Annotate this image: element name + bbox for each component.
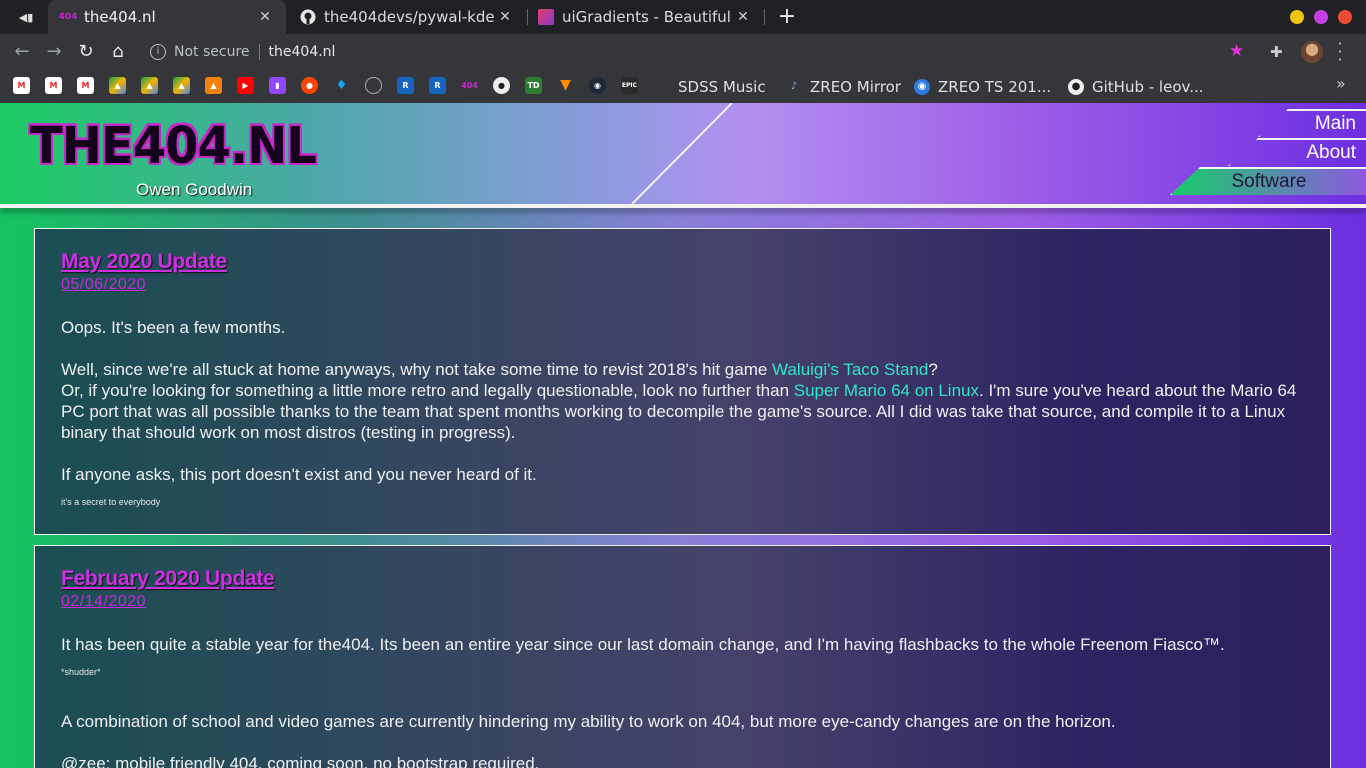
post-footnote: it's a secret to everybody (61, 497, 161, 507)
bookmark-sdss-music[interactable]: SDSS Music (678, 70, 766, 103)
window-controls (1290, 10, 1352, 24)
back-arrow-icon[interactable]: ← (10, 40, 34, 64)
post-paragraph: Oops. It's been a few months. (61, 318, 286, 337)
close-icon[interactable]: ✕ (496, 9, 514, 25)
reddit-icon[interactable]: ● (301, 77, 318, 94)
bookmark-zreo-mirror[interactable]: ♪ ZREO Mirror (786, 70, 901, 103)
gmail-icon[interactable]: M (45, 77, 62, 94)
aperture-icon[interactable] (365, 77, 382, 94)
steam-icon[interactable]: ◉ (589, 77, 606, 94)
nav-about[interactable]: About (1228, 138, 1366, 166)
address-bar[interactable]: i Not secure the404.nl (140, 37, 1260, 67)
header-slash-divider (631, 103, 733, 205)
bookmark-star-icon[interactable]: ★ (1229, 41, 1244, 61)
post-footnote: *shudder* (61, 667, 101, 677)
waluigi-link[interactable]: Waluigi's Taco Stand (772, 360, 928, 379)
post-paragraph: Well, since we're all stuck at home anyw… (61, 359, 1304, 443)
minimize-button[interactable] (1290, 10, 1304, 24)
site-header: THE404.NL Owen Goodwin Main About Softwa… (0, 103, 1366, 208)
post-text: Or, if you're looking for something a li… (61, 381, 794, 400)
post-paragraph: It has been quite a stable year for the4… (61, 635, 1225, 654)
info-icon[interactable]: i (150, 44, 166, 60)
url-text[interactable]: the404.nl (269, 44, 336, 60)
bookmark-zreo-ts[interactable]: ◉ ZREO TS 201... (914, 70, 1051, 103)
github-icon (300, 9, 316, 25)
bookmark-label: GitHub - leov... (1092, 77, 1204, 96)
post-title[interactable]: February 2020 Update (61, 568, 1304, 589)
new-tab-button[interactable]: + (774, 4, 800, 30)
close-icon[interactable]: ✕ (256, 9, 274, 25)
twitch-icon[interactable]: ▮ (269, 77, 286, 94)
teamspeak-icon: ◉ (914, 78, 930, 95)
menu-kebab-icon[interactable]: · · · (1334, 36, 1346, 68)
site-logo[interactable]: THE404.NL (30, 117, 317, 176)
youtube-icon[interactable]: ▶ (237, 77, 254, 94)
blog-post: February 2020 Update 02/14/2020 It has b… (34, 545, 1331, 768)
uigradients-favicon-icon (538, 9, 554, 25)
gmail-icon[interactable]: M (13, 77, 30, 94)
tab-title: uiGradients - Beautiful c (562, 8, 734, 26)
drive-icon[interactable]: ▲ (109, 77, 126, 94)
twitter-icon[interactable]: ♦ (333, 77, 350, 94)
post-text: Well, since we're all stuck at home anyw… (61, 360, 773, 379)
epic-games-icon[interactable]: EPIC (621, 77, 638, 94)
tab-title: the404.nl (84, 8, 156, 26)
site-author: Owen Goodwin (136, 180, 253, 199)
bookmark-label: ZREO TS 201... (938, 77, 1052, 96)
tab-strip: ◀▮ 404 the404.nl ✕ the404devs/pywal-kde … (0, 0, 1366, 34)
tab-github[interactable]: the404devs/pywal-kde ✕ (288, 0, 526, 34)
bookmarks-bar: M M M ▲ ▲ ▲ ▲ ▶ ▮ ● ♦ R R 404 ● TD ▼ ◉ E… (0, 70, 1366, 103)
page-viewport: THE404.NL Owen Goodwin Main About Softwa… (0, 103, 1366, 768)
td-bank-icon[interactable]: TD (525, 77, 542, 94)
github-icon: ● (1068, 78, 1084, 95)
nav-main[interactable]: Main (1258, 109, 1366, 137)
rules-icon[interactable]: R (429, 77, 446, 94)
drive-icon[interactable]: ▲ (173, 77, 190, 94)
extensions-puzzle-icon[interactable]: ✚ (1270, 43, 1283, 61)
address-divider (258, 44, 260, 60)
drive-icon[interactable]: ▲ (141, 77, 158, 94)
browser-toolbar: ← → ↻ ⌂ i Not secure the404.nl (0, 34, 1366, 70)
blog-post: May 2020 Update 05/06/2020 Oops. It's be… (34, 228, 1331, 535)
funnel-icon[interactable]: ▼ (557, 77, 574, 94)
the404-favicon-icon: 404 (58, 12, 78, 22)
bookmark-github-leov[interactable]: ● GitHub - leov... (1068, 70, 1204, 103)
tab-uigradients[interactable]: uiGradients - Beautiful c ✕ (526, 0, 764, 34)
the404-icon[interactable]: 404 (461, 77, 478, 94)
reload-icon[interactable]: ↻ (74, 40, 98, 64)
sm64-linux-link[interactable]: Super Mario 64 on Linux (794, 381, 979, 400)
home-icon[interactable]: ⌂ (106, 40, 130, 64)
tab-the404[interactable]: 404 the404.nl ✕ (48, 0, 286, 34)
tab-divider (764, 9, 765, 25)
rules-icon[interactable]: R (397, 77, 414, 94)
gmail-icon[interactable]: M (77, 77, 94, 94)
bookmarks-overflow-chevron-icon[interactable]: » (1336, 74, 1346, 93)
post-date[interactable]: 02/14/2020 (61, 591, 1304, 612)
close-icon[interactable]: ✕ (734, 9, 752, 25)
post-title[interactable]: May 2020 Update (61, 251, 1304, 272)
security-label: Not secure (174, 44, 250, 60)
github-icon[interactable]: ● (493, 77, 510, 94)
post-paragraph: A combination of school and video games … (61, 712, 1116, 731)
post-date[interactable]: 05/06/2020 (61, 274, 1304, 295)
close-window-button[interactable] (1338, 10, 1352, 24)
bookmark-label: SDSS Music (678, 77, 766, 96)
post-text: ? (928, 360, 938, 379)
profile-avatar[interactable] (1301, 41, 1323, 63)
tab-title: the404devs/pywal-kde (324, 8, 495, 26)
post-paragraph: If anyone asks, this port doesn't exist … (61, 465, 537, 484)
bookmark-label: ZREO Mirror (810, 77, 901, 96)
firebase-icon[interactable]: ▲ (205, 77, 222, 94)
tab-search-icon[interactable]: ◀▮ (8, 5, 44, 29)
maximize-button[interactable] (1314, 10, 1328, 24)
forward-arrow-icon[interactable]: → (42, 40, 66, 64)
clef-icon: ♪ (790, 80, 798, 92)
nav-software[interactable]: Software (1170, 167, 1366, 195)
post-paragraph: @zee: mobile friendly 404, coming soon. … (61, 754, 540, 768)
